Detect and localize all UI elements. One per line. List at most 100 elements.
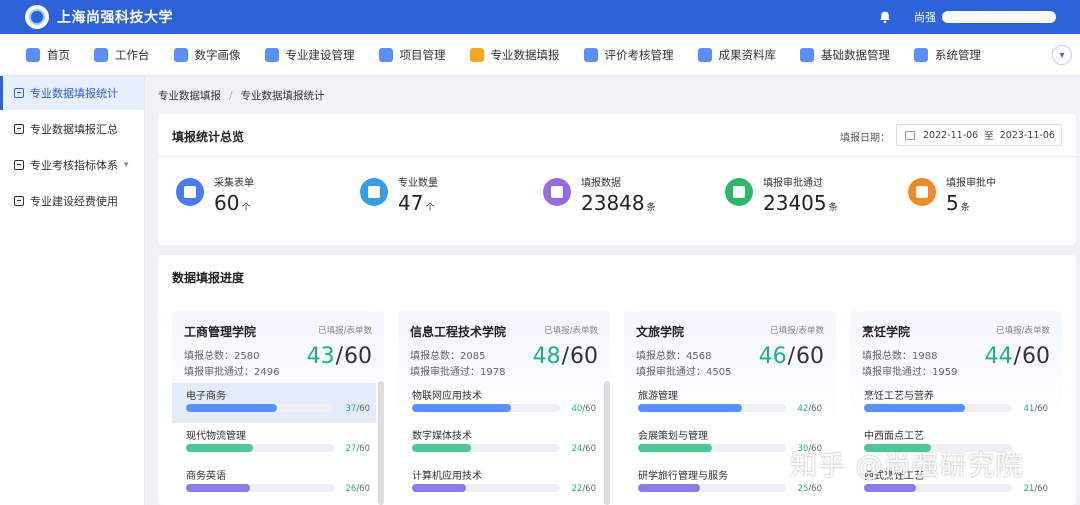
progress-fill bbox=[412, 404, 511, 412]
scrollbar[interactable] bbox=[378, 381, 384, 505]
progress-bar bbox=[412, 444, 560, 452]
progress-fill bbox=[412, 444, 472, 452]
major-row[interactable]: 电子商务 37/60 bbox=[172, 383, 376, 423]
nav-data-reporting[interactable]: 专业数据填报 bbox=[469, 34, 560, 76]
stat-pending: 填报审批中 5 条 bbox=[908, 177, 996, 215]
list-icon bbox=[14, 124, 24, 134]
sidebar: 专业数据填报统计 专业数据填报汇总 专业考核指标体系 ▾ 专业建设经费使用 bbox=[0, 76, 145, 505]
scrollbar[interactable] bbox=[604, 381, 610, 505]
breadcrumb-parent[interactable]: 专业数据填报 bbox=[158, 90, 221, 102]
breadcrumb: 专业数据填报 / 专业数据填报统计 bbox=[158, 88, 325, 103]
college-approved: 填报审批通过：4505 bbox=[636, 367, 732, 378]
stat-majors: 专业数量 47 个 bbox=[360, 177, 438, 215]
major-count: 40/60 bbox=[571, 404, 596, 414]
main-nav: 首页 工作台 数字画像 专业建设管理 项目管理 专业数据填报 评价考核管理 成果… bbox=[0, 34, 1080, 76]
university-logo[interactable] bbox=[25, 5, 49, 29]
breadcrumb-separator: / bbox=[229, 90, 233, 102]
major-row[interactable]: 计算机应用技术 22/60 bbox=[398, 463, 602, 503]
progress-bar bbox=[864, 404, 1012, 412]
major-count: 37/60 bbox=[345, 404, 370, 414]
graduation-cap-icon bbox=[360, 178, 388, 206]
progress-fill bbox=[638, 404, 742, 412]
major-count: 41/60 bbox=[1023, 404, 1048, 414]
major-row[interactable]: 数字媒体技术 24/60 bbox=[398, 423, 602, 463]
college-total: 填报总数：2085 bbox=[410, 351, 486, 362]
progress-bar bbox=[864, 484, 1012, 492]
nav-system[interactable]: 系统管理 bbox=[914, 34, 981, 76]
date-start: 2022-11-06 bbox=[923, 129, 979, 141]
major-row[interactable]: 商务英语 26/60 bbox=[172, 463, 376, 503]
date-label: 填报日期： bbox=[840, 133, 890, 144]
nav-achievements[interactable]: 成果资料库 bbox=[697, 34, 776, 76]
nav-major-construction[interactable]: 专业建设管理 bbox=[264, 34, 355, 76]
user-name[interactable]: 尚强 bbox=[914, 9, 936, 25]
college-total: 填报总数：2580 bbox=[184, 351, 260, 362]
report-icon bbox=[469, 47, 484, 62]
college-total: 填报总数：4568 bbox=[636, 351, 712, 362]
construction-icon bbox=[264, 47, 279, 62]
progress-bar bbox=[638, 444, 786, 452]
progress-bar bbox=[412, 404, 560, 412]
sidebar-item-reporting-stats[interactable]: 专业数据填报统计 bbox=[0, 76, 144, 110]
major-count: 21/60 bbox=[1023, 484, 1048, 494]
college-score: 46/60 bbox=[758, 344, 824, 369]
major-row[interactable]: 物联网应用技术 40/60 bbox=[398, 383, 602, 423]
major-row[interactable]: 烹饪工艺与营养 41/60 bbox=[850, 383, 1054, 423]
nav-digital-profile[interactable]: 数字画像 bbox=[173, 34, 241, 76]
home-icon bbox=[26, 47, 40, 62]
evaluation-icon bbox=[583, 47, 598, 62]
progress-fill bbox=[864, 484, 916, 492]
college-score: 44/60 bbox=[984, 344, 1050, 369]
major-count: 22/60 bbox=[571, 484, 596, 494]
nav-workbench[interactable]: 工作台 bbox=[94, 34, 150, 76]
overview-card: 填报统计总览 填报日期： 2022-11-06 至 2023-11-06 采集表… bbox=[158, 114, 1076, 245]
college-card: 信息工程技术学院 已填报/表单数 填报总数：2085 填报审批通过：1978 4… bbox=[398, 311, 610, 505]
college-card: 工商管理学院 已填报/表单数 填报总数：2580 填报审批通过：2496 43/… bbox=[172, 311, 384, 505]
sidebar-item-assessment-index[interactable]: 专业考核指标体系 ▾ bbox=[0, 148, 144, 182]
college-note: 已填报/表单数 bbox=[770, 326, 824, 336]
bell-icon[interactable] bbox=[878, 10, 892, 24]
breadcrumb-current: 专业数据填报统计 bbox=[240, 90, 325, 102]
college-total: 填报总数：1988 bbox=[862, 351, 938, 362]
chart-icon bbox=[543, 178, 571, 206]
pending-icon bbox=[908, 178, 936, 206]
major-count: 27/60 bbox=[345, 444, 370, 454]
major-count: 42/60 bbox=[797, 404, 822, 414]
nav-home[interactable]: 首页 bbox=[26, 34, 70, 76]
flask-icon bbox=[378, 47, 393, 62]
college-score: 43/60 bbox=[306, 344, 372, 369]
college-approved: 填报审批通过：1959 bbox=[862, 367, 958, 378]
chevron-down-icon: ▾ bbox=[124, 160, 129, 170]
major-count: 24/60 bbox=[571, 444, 596, 454]
major-row[interactable]: 旅游管理 42/60 bbox=[624, 383, 828, 423]
nav-more-button[interactable]: ▾ bbox=[1052, 45, 1072, 65]
list-icon bbox=[14, 160, 24, 170]
progress-fill bbox=[186, 444, 253, 452]
date-range-picker[interactable]: 2022-11-06 至 2023-11-06 bbox=[896, 124, 1062, 146]
nav-base-data[interactable]: 基础数据管理 bbox=[800, 34, 890, 76]
stat-forms: 采集表单 60 个 bbox=[176, 177, 254, 215]
user-name-redacted[interactable] bbox=[942, 11, 1056, 23]
nav-evaluation[interactable]: 评价考核管理 bbox=[583, 34, 674, 76]
date-separator: 至 bbox=[984, 131, 994, 142]
college-approved: 填报审批通过：1978 bbox=[410, 367, 506, 378]
overview-title: 填报统计总览 bbox=[172, 130, 245, 144]
progress-bar bbox=[186, 404, 334, 412]
major-row[interactable]: 现代物流管理 27/60 bbox=[172, 423, 376, 463]
sidebar-item-reporting-summary[interactable]: 专业数据填报汇总 bbox=[0, 112, 144, 146]
watermark: 知乎 @尚强研究院 bbox=[790, 451, 1024, 482]
approved-icon bbox=[725, 178, 753, 206]
brand-title: 上海尚强科技大学 bbox=[57, 10, 173, 26]
major-count: 25/60 bbox=[797, 484, 822, 494]
progress-fill bbox=[864, 404, 966, 412]
sidebar-item-funding-usage[interactable]: 专业建设经费使用 bbox=[0, 184, 144, 218]
library-icon bbox=[697, 47, 712, 62]
chevron-down-icon: ▾ bbox=[1059, 49, 1065, 61]
list-icon bbox=[14, 196, 24, 206]
date-end: 2023-11-06 bbox=[999, 129, 1055, 141]
top-bar: 上海尚强科技大学 尚强 bbox=[0, 0, 1080, 34]
grid-icon bbox=[94, 47, 108, 62]
nav-project-management[interactable]: 项目管理 bbox=[378, 34, 446, 76]
progress-bar bbox=[412, 484, 560, 492]
college-note: 已填报/表单数 bbox=[996, 326, 1050, 336]
